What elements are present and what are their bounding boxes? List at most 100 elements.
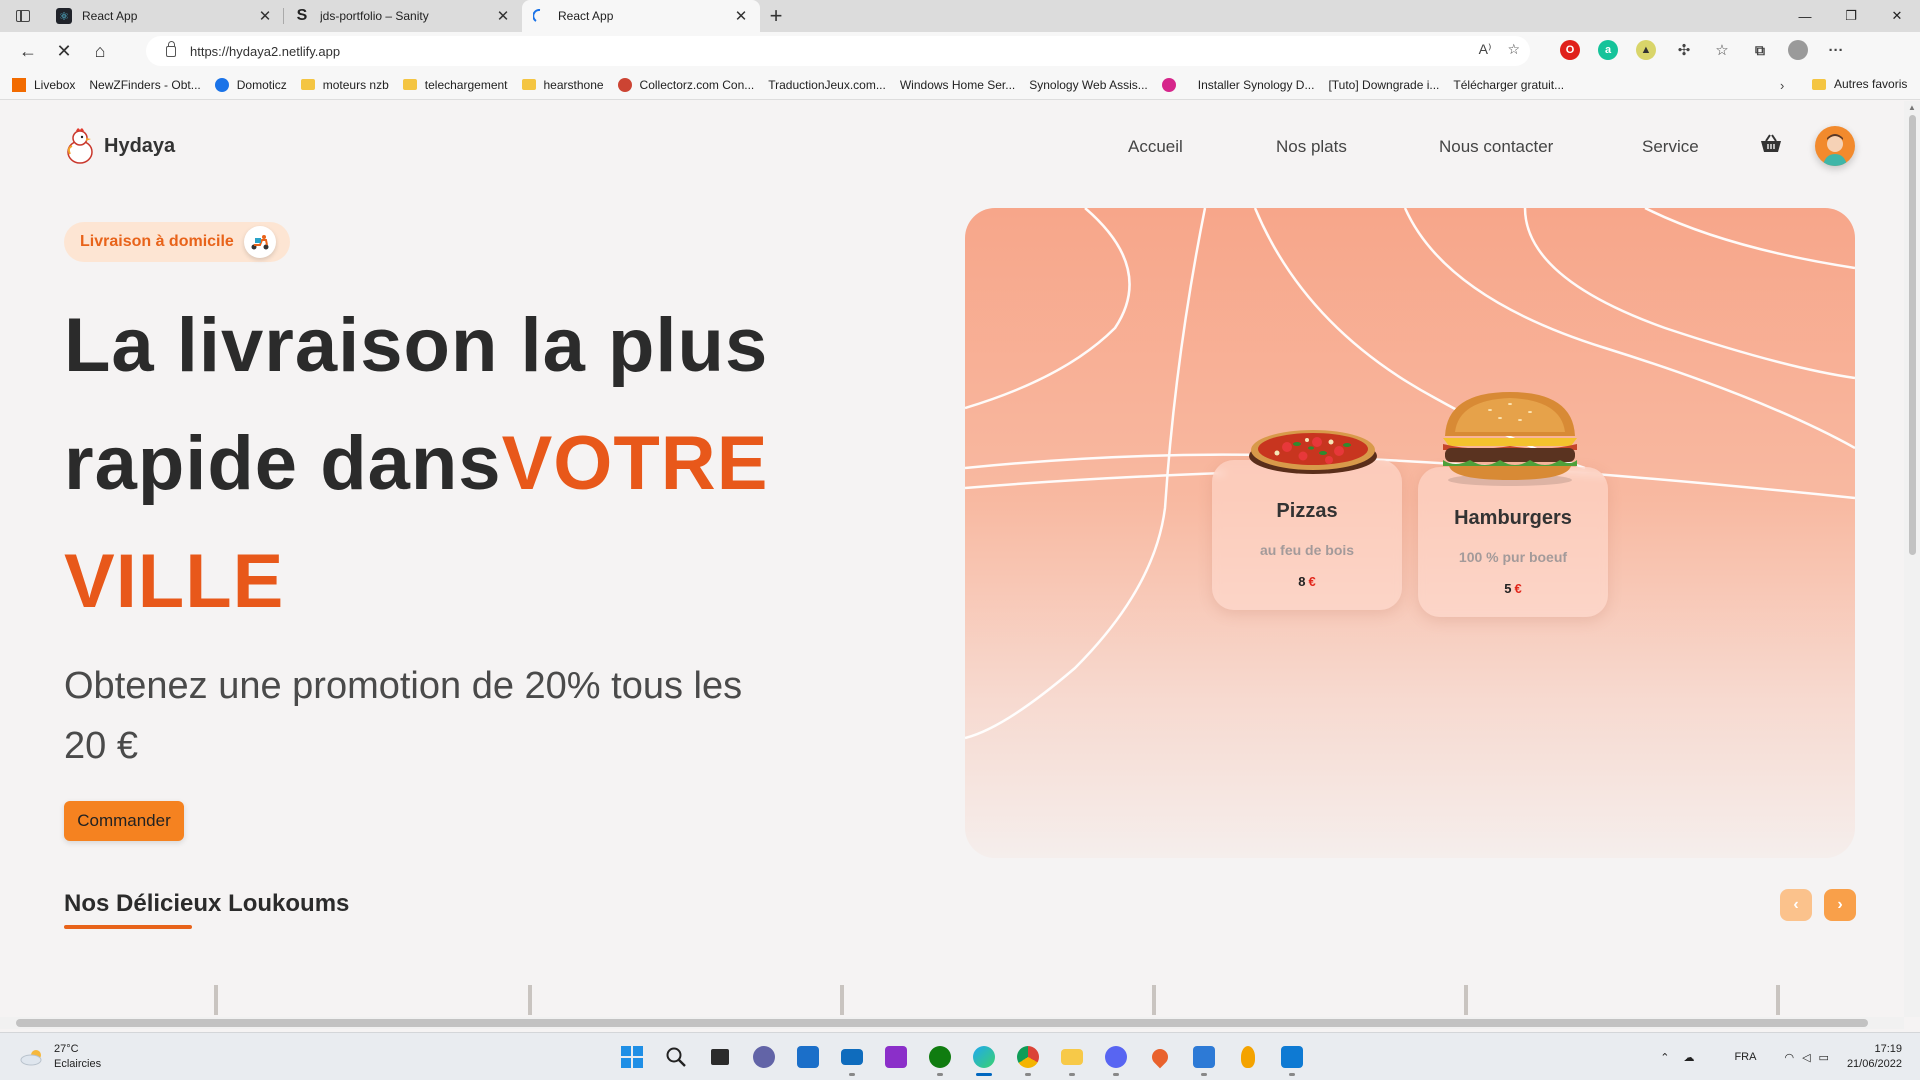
taskbar: 27°C Eclaircies ⌃ ☁ FRA ◠ ◁ ▭ 17:19 21/0… [0, 1032, 1920, 1080]
cart-basket-icon[interactable] [1760, 134, 1782, 154]
bookmark-item[interactable]: Domoticz [214, 77, 287, 92]
read-aloud-icon[interactable]: A⁾ [1479, 41, 1492, 58]
pizza-image [1247, 420, 1379, 481]
extension-icon[interactable]: ▲ [1636, 40, 1656, 60]
stop-loading-icon[interactable]: ✕ [46, 35, 82, 67]
bookmark-item[interactable]: TraductionJeux.com... [0, 78, 886, 185]
back-icon[interactable]: ← [10, 35, 46, 67]
discord-icon[interactable] [1100, 1041, 1132, 1076]
nav-nous-contacter[interactable]: Nous contacter [1439, 137, 1553, 157]
carousel-next-button[interactable]: › [1824, 889, 1856, 921]
photos-icon[interactable] [1188, 1041, 1220, 1076]
nav-accueil[interactable]: Accueil [1128, 137, 1183, 157]
edge-browser-icon[interactable] [968, 1041, 1000, 1076]
pink-circle-icon [1161, 77, 1176, 92]
section-underline [64, 925, 192, 929]
flame-app-icon[interactable] [1232, 1041, 1264, 1073]
nav-service[interactable]: Service [1642, 137, 1699, 157]
grammarly-icon[interactable]: a [1598, 40, 1618, 60]
browser-tab[interactable]: S jds-portfolio – Sanity ✕ [284, 0, 522, 32]
minimize-icon[interactable]: — [1782, 0, 1828, 32]
dish-price: 8 € [1298, 574, 1316, 589]
new-tab-button[interactable]: + [760, 0, 792, 32]
nav-nos-plats[interactable]: Nos plats [1276, 137, 1347, 157]
dish-card-pizzas[interactable]: Pizzas au feu de bois 8 € [1212, 460, 1402, 610]
windows-start-icon[interactable] [616, 1041, 648, 1073]
chevron-right-icon[interactable]: › [1780, 78, 1784, 93]
bookmark-item[interactable]: Synology Web Assis... [0, 78, 1148, 185]
close-tab-icon[interactable]: ✕ [732, 7, 750, 25]
bookmark-item[interactable] [1161, 77, 1184, 92]
weather-widget[interactable]: 27°C Eclaircies [20, 1042, 101, 1072]
horizontal-scrollbar[interactable] [0, 1017, 1904, 1029]
url-field[interactable]: https://hydaya2.netlify.app A⁾ ☆ [146, 36, 1530, 66]
partly-cloudy-icon [20, 1048, 46, 1066]
volume-icon[interactable]: ◁ [1802, 1051, 1810, 1064]
podcast-icon[interactable] [880, 1041, 912, 1073]
collections-icon[interactable]: ⧉ [1750, 40, 1770, 60]
clock[interactable]: 17:19 21/06/2022 [1847, 1042, 1902, 1072]
mail-icon[interactable] [836, 1041, 868, 1076]
burger-image [1435, 388, 1585, 493]
bookmark-item[interactable]: Collectorz.com Con... [617, 77, 754, 92]
bookmark-item[interactable]: Livebox [12, 77, 75, 92]
wifi-icon[interactable]: ◠ [1784, 1051, 1794, 1064]
task-view-icon[interactable] [704, 1041, 736, 1073]
folder-icon [521, 79, 536, 90]
teams-chat-icon[interactable] [748, 1041, 780, 1073]
bookmark-item[interactable]: Windows Home Ser... [0, 78, 1015, 185]
delivery-badge: Livraison à domicile [64, 222, 290, 262]
close-tab-icon[interactable]: ✕ [256, 7, 274, 25]
carousel-prev-button[interactable]: ‹ [1780, 889, 1812, 921]
add-favorite-icon[interactable]: ☆ [1507, 41, 1520, 58]
extensions-puzzle-icon[interactable]: ✣ [1674, 40, 1694, 60]
onedrive-icon[interactable]: ☁ [1683, 1051, 1694, 1064]
tab-actions-icon[interactable] [0, 0, 46, 32]
bookmark-item[interactable]: moteurs nzb [300, 78, 389, 92]
bookmark-item[interactable]: [Tuto] Downgrade i... [0, 78, 1439, 185]
profile-icon[interactable] [1788, 40, 1808, 60]
maps-pin-icon[interactable] [1144, 1041, 1176, 1073]
chrome-icon[interactable] [1012, 1041, 1044, 1076]
chevron-up-icon[interactable]: ⌃ [1660, 1051, 1669, 1064]
home-icon[interactable]: ⌂ [82, 35, 118, 67]
dish-description: au feu de bois [1259, 542, 1355, 558]
user-avatar[interactable] [1815, 126, 1855, 166]
xbox-icon[interactable] [924, 1041, 956, 1076]
bookmark-item[interactable]: telechargement [402, 78, 508, 92]
file-explorer-icon[interactable] [1056, 1041, 1088, 1076]
bookmark-item[interactable]: Installer Synology D... [0, 78, 1314, 185]
carousel-tick [528, 985, 532, 1015]
vscode-icon[interactable] [1276, 1041, 1308, 1076]
close-tab-icon[interactable]: ✕ [494, 7, 512, 25]
battery-icon[interactable]: ▭ [1819, 1051, 1829, 1064]
opera-icon[interactable]: O [1560, 40, 1580, 60]
bookmark-item[interactable]: hearsthone [521, 78, 604, 92]
url-text[interactable]: https://hydaya2.netlify.app [190, 44, 340, 59]
order-button[interactable]: Commander [64, 801, 184, 841]
site-logo[interactable]: Hydaya [64, 126, 175, 166]
lock-icon[interactable] [166, 40, 176, 57]
bookmarks-bar: Livebox NewZFinders - Obt... Domoticz mo… [0, 70, 1920, 185]
bookmark-item[interactable]: Télécharger gratuit... [0, 78, 1564, 185]
window-controls: — ❐ ✕ [1782, 0, 1920, 32]
browser-tab-active[interactable]: React App ✕ [522, 0, 760, 32]
search-icon[interactable] [660, 1041, 692, 1073]
promo-subtitle: Obtenez une promotion de 20% tous les 20… [64, 665, 743, 767]
scroll-up-icon[interactable]: ▲ [1908, 103, 1916, 112]
scroll-thumb[interactable] [16, 1019, 1868, 1027]
section-title: Nos Délicieux Loukoums [64, 890, 350, 917]
more-menu-icon[interactable]: ··· [1826, 40, 1846, 60]
vertical-scrollbar[interactable]: ▲ [1904, 101, 1920, 1017]
language-indicator[interactable]: FRA [1734, 1051, 1756, 1063]
browser-tab[interactable]: ⚛ React App ✕ [46, 0, 284, 32]
address-bar-row: ← ✕ ⌂ https://hydaya2.netlify.app A⁾ ☆ O… [0, 32, 1920, 70]
other-favorites[interactable]: Autres favoris [1812, 77, 1907, 91]
scroll-thumb[interactable] [1909, 115, 1916, 555]
restore-icon[interactable]: ❐ [1828, 0, 1874, 32]
close-window-icon[interactable]: ✕ [1874, 0, 1920, 32]
store-icon[interactable] [792, 1041, 824, 1073]
bookmark-item[interactable]: NewZFinders - Obt... [0, 78, 201, 185]
favorites-icon[interactable]: ☆ [1712, 40, 1732, 60]
dish-description: 100 % pur boeuf [1458, 549, 1568, 565]
